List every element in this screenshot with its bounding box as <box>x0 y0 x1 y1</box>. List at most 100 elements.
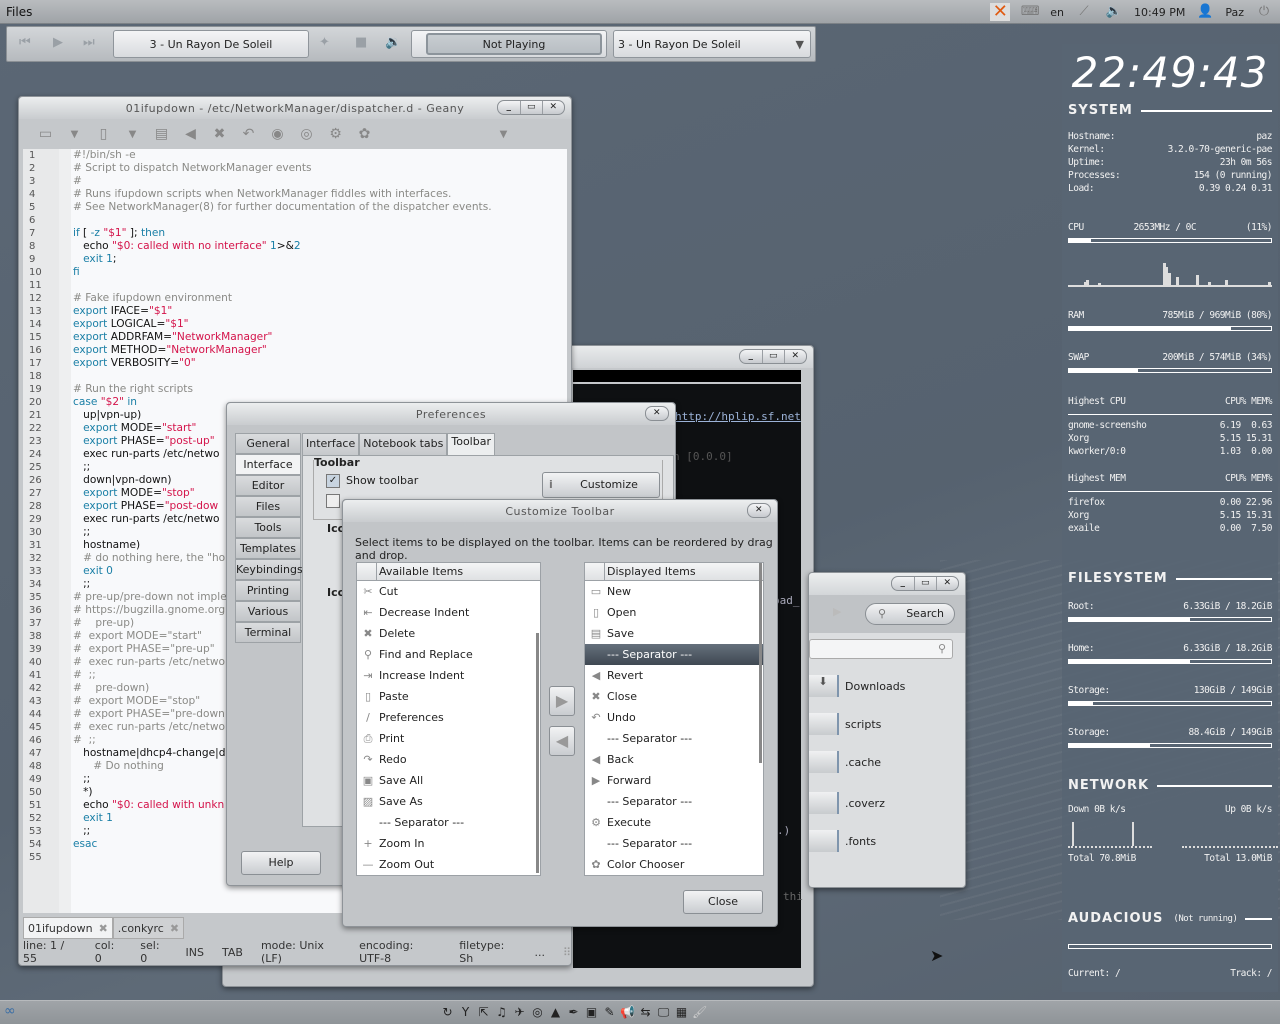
file-item[interactable]: .coverz <box>809 790 959 816</box>
list-item[interactable]: — Zoom Out <box>357 854 540 875</box>
list-item[interactable]: ↶ Undo <box>585 707 763 728</box>
dropdown-icon[interactable]: ▼ <box>118 129 147 140</box>
file-item[interactable]: ⬇ Downloads <box>809 673 959 699</box>
file-item[interactable]: .fonts <box>809 828 959 854</box>
list-item[interactable]: ↷ Redo <box>357 749 540 770</box>
tab-conkyrc[interactable]: .conkyrc ✖ <box>112 917 185 939</box>
network-display-icon[interactable]: ⇆ <box>638 1003 653 1021</box>
customize-toolbar-button[interactable]: i Customize Toolbar <box>542 472 660 515</box>
execute-icon[interactable]: ⚙ <box>321 126 350 142</box>
dropdown-icon[interactable]: ▼ <box>60 129 89 140</box>
list-item[interactable]: ▯ Open <box>585 602 763 623</box>
pref-tab-keybindings[interactable]: Keybindings <box>235 559 303 580</box>
list-item[interactable]: ⚙ Execute <box>585 812 763 833</box>
minimize-button[interactable]: _ <box>740 350 762 363</box>
minimize-button[interactable]: _ <box>498 101 520 114</box>
list-item[interactable]: ▤ Save <box>585 623 763 644</box>
forward-icon[interactable]: ▶ <box>833 605 841 618</box>
displayed-items-list[interactable]: Displayed Items ▭ New ▯ Open ▤ Save --- Separa… <box>584 562 764 876</box>
pref-tab-various[interactable]: Various <box>235 601 301 622</box>
file-item[interactable]: .cache <box>809 749 959 775</box>
revert-icon[interactable]: ◀ <box>176 126 205 142</box>
export-icon[interactable]: ⇱ <box>476 1003 491 1021</box>
scrollbar[interactable] <box>536 633 539 873</box>
list-item[interactable]: --- Separator --- <box>585 728 763 749</box>
pref-tab-printing[interactable]: Printing <box>235 580 301 601</box>
list-item[interactable]: ▣ Save All <box>357 770 540 791</box>
close-button[interactable]: ✕ <box>542 101 564 114</box>
monitor-icon[interactable]: 🖵 <box>656 1003 671 1021</box>
location-input[interactable]: ⚲ <box>809 639 953 659</box>
forward-icon[interactable]: ◎ <box>292 126 321 142</box>
hplip-link[interactable]: http://hplip.sf.net <box>675 410 801 423</box>
track-title-field[interactable]: 3 - Un Rayon De Soleil <box>113 30 309 58</box>
remove-item-button[interactable]: ◀ <box>549 726 575 756</box>
play-icon[interactable]: ▶ <box>53 35 63 50</box>
list-item[interactable]: --- Separator --- <box>585 791 763 812</box>
pref-tab-general[interactable]: General <box>235 433 301 454</box>
save-icon[interactable]: ▤ <box>147 126 176 142</box>
close-button[interactable]: Close <box>683 890 763 914</box>
undo-icon[interactable]: ↶ <box>234 126 263 142</box>
refresh-icon[interactable]: ↻ <box>440 1003 455 1021</box>
list-item[interactable]: ▨ Save As <box>357 791 540 812</box>
list-item[interactable]: --- Separator --- <box>585 833 763 854</box>
maximize-button[interactable]: ▭ <box>914 577 936 590</box>
stop-icon[interactable]: ■ <box>355 35 367 50</box>
stack-icon[interactable]: ▲ <box>548 1003 563 1021</box>
show-toolbar-checkbox[interactable]: ✓ <box>326 474 340 488</box>
volume-icon[interactable]: 🔈 <box>1104 3 1124 21</box>
close-button[interactable]: ✕ <box>784 350 806 363</box>
new-file-icon[interactable]: ▭ <box>31 126 60 142</box>
list-item[interactable]: --- Separator --- <box>585 644 763 665</box>
list-item[interactable]: ⎙ Print <box>357 728 540 749</box>
search-button[interactable]: ⚲ Search <box>865 603 955 625</box>
next-icon[interactable]: ⏭ <box>83 35 95 50</box>
pref-tab-tools[interactable]: Tools <box>235 517 301 538</box>
disc-icon[interactable]: ◎ <box>530 1003 545 1021</box>
minimize-button[interactable]: _ <box>892 577 914 590</box>
track-select[interactable]: 3 - Un Rayon De Soleil ▼ <box>613 30 811 58</box>
shuffle-icon[interactable]: ✦ <box>319 35 330 50</box>
pref-tab-templates[interactable]: Templates <box>235 538 301 559</box>
list-item[interactable]: ✖ Delete <box>357 623 540 644</box>
user-name[interactable]: Paz <box>1225 6 1244 19</box>
checkbox[interactable] <box>326 494 340 508</box>
list-item[interactable]: ⇥ Increase Indent <box>357 665 540 686</box>
close-button[interactable]: ✕ <box>936 577 958 590</box>
panel-clock[interactable]: 10:49 PM <box>1134 6 1185 19</box>
pref-tab-terminal[interactable]: Terminal <box>235 622 301 643</box>
open-file-icon[interactable]: ▯ <box>89 126 118 142</box>
pref-tab-files[interactable]: Files <box>235 496 301 517</box>
list-item[interactable]: ⇤ Decrease Indent <box>357 602 540 623</box>
keyboard-layout[interactable]: en <box>1050 6 1064 19</box>
close-button[interactable]: ✕ <box>748 504 770 517</box>
megaphone-icon[interactable]: 📢 <box>620 1003 635 1021</box>
list-item[interactable]: ✂ Cut <box>357 581 540 602</box>
maximize-button[interactable]: ▭ <box>520 101 542 114</box>
list-item[interactable]: + Zoom In <box>357 833 540 854</box>
resize-grip-icon[interactable]: ⠿ <box>563 946 571 959</box>
network-icon[interactable]: ⟋ <box>1074 3 1094 21</box>
list-item[interactable]: ⚲ Find and Replace <box>357 644 540 665</box>
list-item[interactable]: ✖ Close <box>585 686 763 707</box>
maximize-button[interactable]: ▭ <box>762 350 784 363</box>
close-icon[interactable]: ✖ <box>205 126 234 142</box>
speaker-icon[interactable]: 🔉 <box>385 35 401 50</box>
tab-01ifupdown[interactable]: 01ifupdown ✖ <box>23 917 113 939</box>
pen-icon[interactable]: ✒ <box>566 1003 581 1021</box>
back-icon[interactable]: ◉ <box>263 126 292 142</box>
list-item[interactable]: --- Separator --- <box>357 812 540 833</box>
pref-subtab-notebook-tabs[interactable]: Notebook tabs <box>359 433 448 457</box>
desktop-switcher-icon[interactable]: ∞ <box>4 1003 16 1019</box>
add-item-button[interactable]: ▶ <box>549 686 575 716</box>
list-item[interactable]: ✿ Color Chooser <box>585 854 763 875</box>
pref-subtab-interface[interactable]: Interface <box>302 433 360 457</box>
gimp-icon[interactable]: ✎ <box>602 1003 617 1021</box>
pref-subtab-toolbar[interactable]: Toolbar <box>447 433 495 457</box>
help-button[interactable]: Help <box>241 851 321 875</box>
list-item[interactable]: ◀ Revert <box>585 665 763 686</box>
pref-tab-interface[interactable]: Interface <box>235 454 301 475</box>
terminal-icon[interactable]: ▣ <box>584 1003 599 1021</box>
brush-icon[interactable]: 🖌 <box>692 1003 707 1021</box>
